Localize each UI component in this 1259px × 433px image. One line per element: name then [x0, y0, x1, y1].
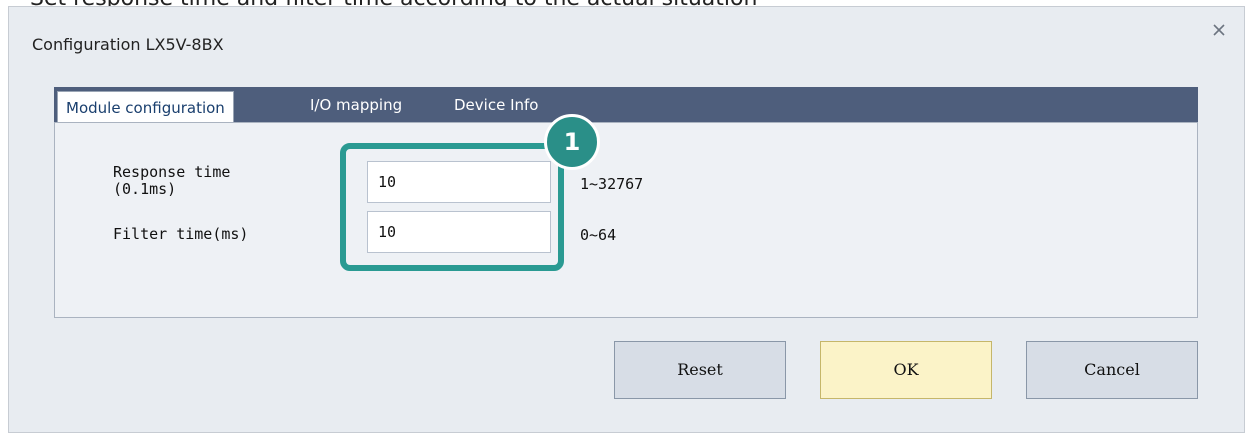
- response-time-label-line2: (0.1ms): [113, 180, 177, 198]
- module-configuration-panel: [54, 122, 1198, 318]
- filter-time-range: 0~64: [580, 226, 617, 244]
- filter-time-input[interactable]: [367, 211, 551, 253]
- reset-button[interactable]: Reset: [614, 341, 786, 399]
- tab-strip: Module configuration I/O mapping Device …: [54, 87, 1198, 125]
- tab-device-info[interactable]: Device Info: [454, 87, 538, 123]
- tab-io-mapping[interactable]: I/O mapping: [310, 87, 402, 123]
- filter-time-label: Filter time(ms): [113, 225, 249, 243]
- response-time-label: Response time (0.1ms): [113, 164, 230, 198]
- response-time-input[interactable]: [367, 161, 551, 203]
- dialog-title: Configuration LX5V-8BX: [32, 35, 224, 54]
- annotation-step-badge: 1: [544, 114, 600, 170]
- ok-button[interactable]: OK: [820, 341, 992, 399]
- close-icon[interactable]: [1208, 19, 1230, 41]
- tab-module-configuration[interactable]: Module configuration: [57, 91, 234, 125]
- response-time-range: 1~32767: [580, 175, 644, 193]
- dialog-titlebar: Configuration LX5V-8BX: [9, 7, 1244, 77]
- cancel-button[interactable]: Cancel: [1026, 341, 1198, 399]
- response-time-label-line1: Response time: [113, 163, 231, 181]
